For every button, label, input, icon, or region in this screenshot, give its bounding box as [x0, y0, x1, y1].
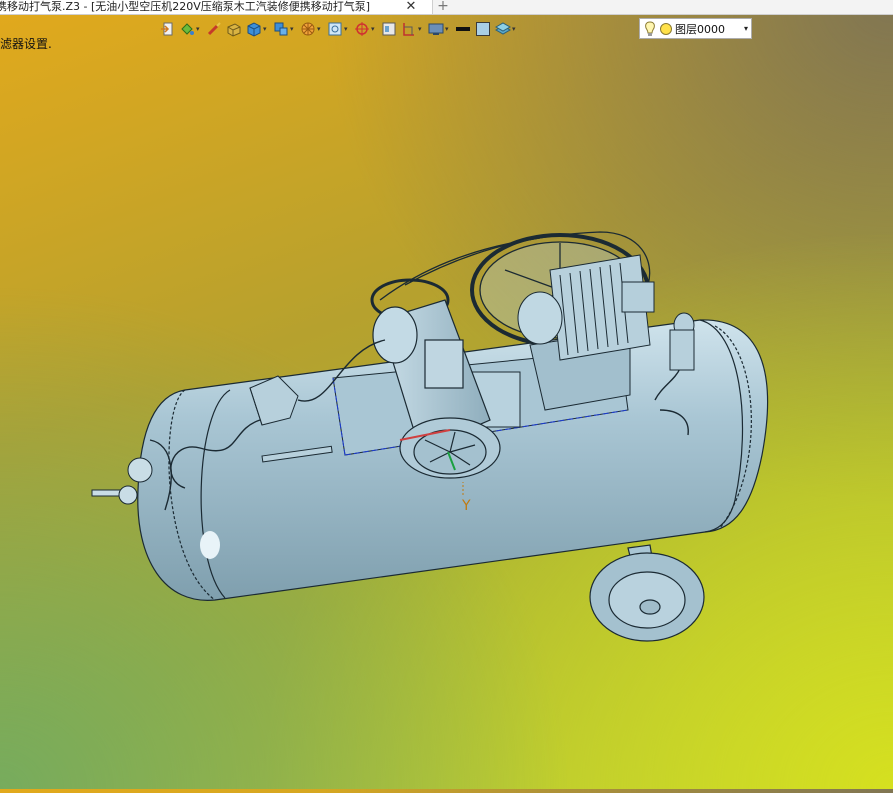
y-axis-label: Y	[462, 498, 471, 514]
layers-button[interactable]: ▾	[494, 18, 519, 40]
cube-icon	[247, 22, 261, 37]
monitor-button[interactable]: ▾	[427, 18, 452, 40]
chevron-down-icon[interactable]: ▾	[344, 25, 350, 33]
panel-icon	[382, 22, 396, 36]
panel-button[interactable]	[380, 18, 398, 40]
chevron-down-icon[interactable]: ▾	[290, 25, 296, 33]
section-button[interactable]: ▾	[400, 18, 425, 40]
wheel	[589, 544, 705, 642]
chevron-down-icon[interactable]: ▾	[744, 19, 748, 39]
layer-select[interactable]: 图层0000 ▾	[639, 18, 752, 39]
new-tab-icon[interactable]: +	[436, 0, 450, 14]
target-icon	[355, 22, 369, 36]
chevron-down-icon[interactable]: ▾	[418, 25, 424, 33]
cubes-button[interactable]: ▾	[272, 18, 297, 40]
cubes-icon	[274, 22, 288, 36]
lightbulb-icon[interactable]	[643, 20, 657, 37]
chevron-down-icon[interactable]: ▾	[371, 25, 377, 33]
block-button[interactable]	[225, 18, 243, 40]
exit-icon	[161, 22, 173, 36]
paint-bucket-icon	[181, 23, 194, 35]
layers-icon	[495, 22, 511, 35]
status-message: 滤器设置.	[0, 37, 52, 51]
document-tab[interactable]: 携移动打气泵.Z3 - [无油小型空压机220V压缩泵木工汽装修便携移动打气泵]…	[0, 0, 433, 14]
chevron-down-icon[interactable]: ▾	[317, 25, 323, 33]
document-tab-title: 携移动打气泵.Z3 - [无油小型空压机220V压缩泵木工汽装修便携移动打气泵]	[0, 0, 371, 13]
gauge-assembly	[669, 312, 695, 371]
document-tab-bar: 携移动打气泵.Z3 - [无油小型空压机220V压缩泵木工汽装修便携移动打气泵]…	[0, 0, 893, 15]
color-swatch-icon	[476, 22, 490, 36]
target-button[interactable]: ▾	[353, 18, 378, 40]
chevron-down-icon[interactable]: ▾	[445, 25, 451, 33]
line-weight-button[interactable]	[454, 18, 472, 40]
wheel-button[interactable]: ▾	[299, 18, 324, 40]
view-frame-icon	[328, 22, 342, 36]
block-icon	[227, 23, 241, 37]
layer-name: 图层0000	[675, 22, 725, 36]
section-icon	[403, 23, 414, 36]
view-frame-button[interactable]: ▾	[326, 18, 351, 40]
exit-button[interactable]	[158, 18, 176, 40]
chevron-down-icon[interactable]: ▾	[512, 25, 518, 33]
line-weight-icon	[456, 27, 470, 31]
color-swatch-button[interactable]	[474, 18, 492, 40]
compressor-model[interactable]	[0, 0, 893, 789]
paint-bucket-button[interactable]: ▾	[178, 18, 203, 40]
monitor-icon	[428, 23, 444, 35]
brush-button[interactable]	[205, 18, 223, 40]
3d-viewport[interactable]: Y	[0, 0, 893, 789]
chevron-down-icon[interactable]: ▾	[263, 25, 269, 33]
brush-icon	[207, 22, 221, 36]
layer-color-icon[interactable]	[659, 22, 673, 36]
wheel-icon	[301, 22, 315, 36]
chevron-down-icon[interactable]: ▾	[196, 25, 202, 33]
close-tab-icon[interactable]: ✕	[403, 0, 419, 14]
cube-button[interactable]: ▾	[245, 18, 270, 40]
view-toolbar: ▾ ▾ ▾ ▾ ▾ ▾ ▾ ▾ ▾	[158, 17, 519, 41]
